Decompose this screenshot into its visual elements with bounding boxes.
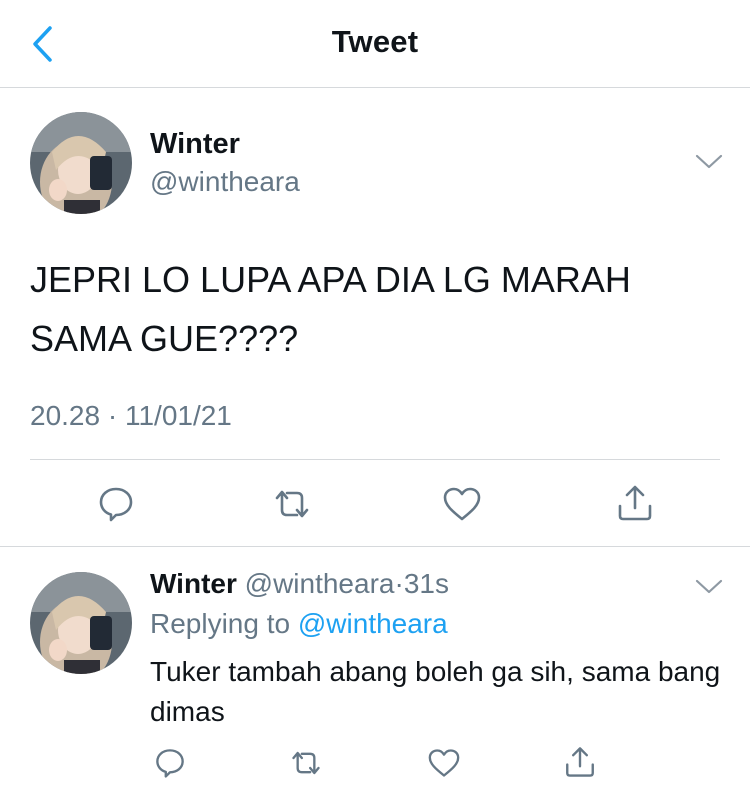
reply-separator: · [394,568,404,599]
tweet-text: JEPRI LO LUPA APA DIA LG MARAH SAMA GUE?… [30,259,631,359]
meta-separator: · [107,400,118,431]
reply-button[interactable] [96,484,136,524]
more-options-button[interactable] [694,152,724,172]
reply-avatar[interactable] [30,572,132,674]
chevron-down-icon [695,579,723,594]
comment-icon [99,487,133,522]
retweet-icon [275,490,309,518]
reply-age: 31s [403,568,449,599]
heart-icon [428,749,460,777]
replying-to-label: Replying to [150,608,291,639]
replying-to: Replying to @wintheara [150,608,448,640]
retweet-button[interactable] [270,484,314,524]
nav-bar: Tweet [0,0,750,88]
share-icon [618,485,652,521]
author-name[interactable]: Winter [150,128,240,161]
reply-author-name[interactable]: Winter [150,568,237,599]
section-divider [0,546,750,547]
reply-reply-button[interactable] [152,745,188,781]
heart-icon [443,487,481,521]
tweet-date: 11/01/21 [124,400,232,431]
reply-author-handle[interactable]: @wintheara [245,568,395,599]
divider [30,459,720,460]
avatar[interactable] [30,112,132,214]
reply-text: Tuker tambah abang boleh ga sih, sama ba… [150,656,721,727]
page-title: Tweet [331,24,419,59]
tweet-time: 20.28 [30,400,101,431]
chevron-down-icon [695,154,723,169]
avatar-image [30,572,132,674]
share-button[interactable] [614,482,656,524]
reply-header: Winter @wintheara·31s [150,568,449,600]
share-icon [566,747,594,777]
retweet-icon [292,751,320,775]
reply-retweet-button[interactable] [287,746,325,780]
reply-like-button[interactable] [426,746,462,780]
replying-to-mention[interactable]: @wintheara [298,608,448,639]
reply-more-options-button[interactable] [694,577,724,597]
author-handle[interactable]: @wintheara [150,166,300,198]
tweet-timestamp: 20.28 · 11/01/21 [30,400,232,432]
like-button[interactable] [441,484,483,524]
reply-share-button[interactable] [562,743,598,781]
avatar-image [30,112,132,214]
comment-icon [156,749,184,778]
